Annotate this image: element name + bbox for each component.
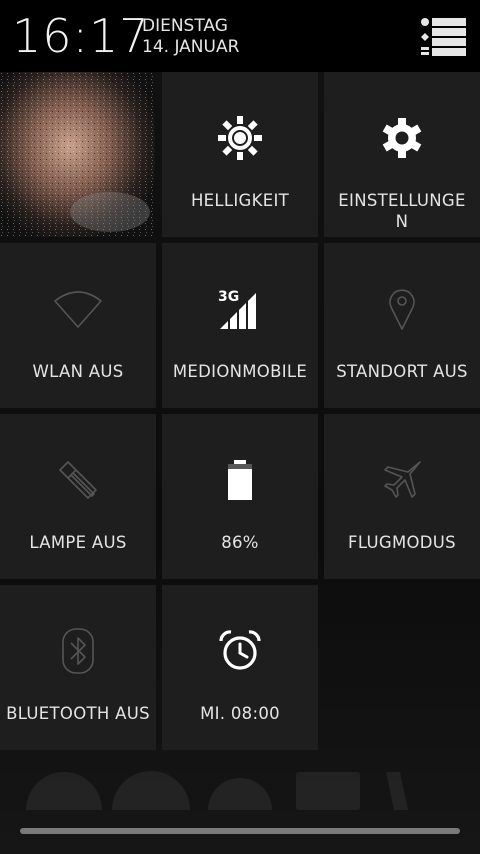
gear-icon — [382, 118, 422, 158]
mobile-data-label: MEDIONMOBILE — [172, 362, 308, 381]
settings-tile[interactable]: EINSTELLUNGE N — [324, 72, 480, 237]
alarm-icon — [219, 630, 261, 670]
date-label: 14. JANUAR — [142, 37, 240, 57]
panel-drag-handle[interactable] — [20, 828, 460, 834]
flashlight-icon — [59, 461, 97, 499]
background-dock — [26, 771, 408, 810]
notification-list-button[interactable] — [412, 14, 470, 60]
weekday-label: DIENSTAG — [142, 16, 228, 36]
profile-tile[interactable] — [0, 72, 155, 237]
date-display[interactable]: DIENSTAG 14. JANUAR — [142, 16, 239, 58]
location-label: STANDORT AUS — [336, 362, 468, 381]
clock[interactable]: 16:17 — [12, 8, 150, 64]
alarm-tile[interactable]: MI. 08:00 — [162, 585, 318, 750]
flashlight-label: LAMPE AUS — [29, 533, 127, 552]
sun-icon — [218, 116, 262, 160]
airplane-icon — [384, 461, 421, 498]
airplane-mode-tile[interactable]: FLUGMODUS — [324, 414, 480, 579]
location-off-icon — [389, 289, 415, 330]
quick-settings-panel: HELLIGKEIT EINSTELLUNGE N WLAN AUS 3G ME… — [0, 72, 480, 854]
wifi-off-icon — [54, 291, 102, 328]
alarm-label: MI. 08:00 — [200, 704, 280, 723]
profile-photo — [0, 72, 155, 237]
list-settings-icon — [421, 18, 466, 56]
flashlight-tile[interactable]: LAMPE AUS — [0, 414, 156, 579]
bluetooth-label: BLUETOOTH AUS — [6, 704, 150, 723]
signal-3g-icon: 3G — [218, 289, 256, 329]
airplane-mode-label: FLUGMODUS — [348, 533, 456, 552]
location-tile[interactable]: STANDORT AUS — [324, 243, 480, 408]
bluetooth-off-icon — [62, 628, 94, 674]
battery-tile[interactable]: 86% — [162, 414, 318, 579]
wifi-tile[interactable]: WLAN AUS — [0, 243, 156, 408]
mobile-data-tile[interactable]: 3G MEDIONMOBILE — [162, 243, 318, 408]
network-type-text: 3G — [218, 289, 239, 305]
settings-label: EINSTELLUNGE N — [338, 191, 466, 231]
wifi-label: WLAN AUS — [32, 362, 124, 381]
battery-label: 86% — [221, 533, 259, 552]
brightness-tile[interactable]: HELLIGKEIT — [162, 72, 318, 237]
bluetooth-tile[interactable]: BLUETOOTH AUS — [0, 585, 156, 750]
brightness-label: HELLIGKEIT — [190, 191, 290, 210]
status-header: 16:17 DIENSTAG 14. JANUAR — [0, 0, 480, 72]
battery-icon — [228, 460, 252, 500]
